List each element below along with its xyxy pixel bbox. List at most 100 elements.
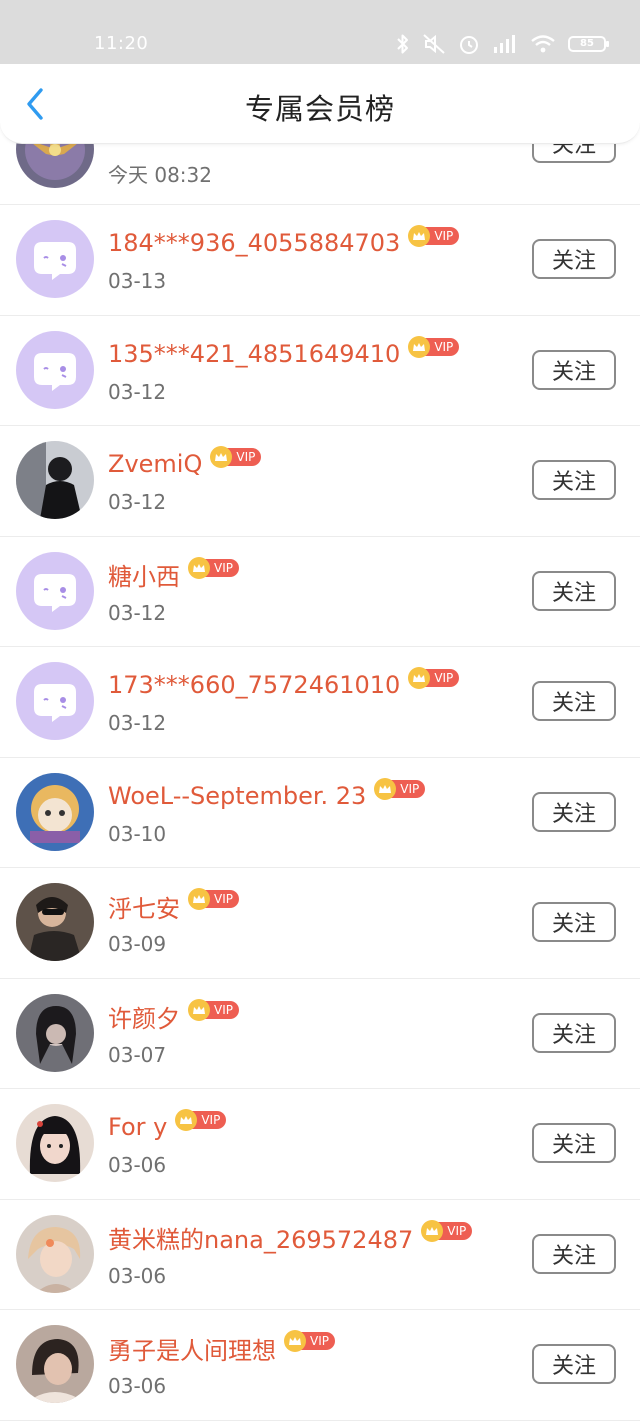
- vip-badge: VIP: [408, 667, 460, 689]
- follow-button[interactable]: 关注: [532, 349, 616, 390]
- avatar[interactable]: [16, 220, 94, 298]
- member-name-line: 糖小西 VIP: [108, 555, 239, 595]
- vip-badge: VIP: [188, 888, 239, 910]
- follow-button[interactable]: 关注: [532, 239, 616, 279]
- follow-button[interactable]: 关注: [532, 460, 616, 500]
- avatar[interactable]: [16, 883, 94, 961]
- wifi-icon: [530, 34, 556, 54]
- vip-badge: VIP: [374, 777, 426, 800]
- follow-button[interactable]: 关注: [532, 681, 616, 721]
- avatar[interactable]: [16, 1325, 94, 1403]
- signal-icon: [492, 34, 518, 54]
- list-item[interactable]: 173***660_7572461010 VIP 03-12 关注: [0, 647, 640, 758]
- default-avatar-icon: [16, 662, 94, 740]
- avatar[interactable]: [16, 441, 94, 519]
- list-item[interactable]: 184***936_4055884703 VIP 03-13 关注: [0, 205, 640, 316]
- avatar[interactable]: [16, 551, 94, 630]
- avatar[interactable]: [16, 1214, 94, 1293]
- member-name: WoeL--September. 23: [108, 781, 367, 810]
- member-list: 今天 08:32 关注 184***936_4055884703 VIP 03-…: [0, 95, 640, 1421]
- header: 专属会员榜: [0, 62, 640, 144]
- member-date: 03-12: [108, 379, 167, 404]
- vip-badge: VIP: [210, 446, 262, 468]
- vip-badge: VIP: [408, 225, 460, 247]
- member-name-line: 泘七安 VIP: [108, 886, 239, 926]
- status-time: 11:20: [94, 33, 149, 54]
- member-date: 03-10: [108, 821, 167, 846]
- list-item[interactable]: 泘七安 VIP 03-09 关注: [0, 868, 640, 979]
- list-item[interactable]: For y VIP 03-06 关注: [0, 1089, 640, 1200]
- member-date: 03-06: [108, 1374, 167, 1398]
- avatar[interactable]: [16, 1104, 94, 1182]
- crown-icon: [188, 998, 210, 1021]
- member-date: 03-07: [108, 1042, 167, 1067]
- bluetooth-icon: [396, 33, 410, 55]
- follow-button[interactable]: 关注: [532, 1233, 616, 1274]
- list-item[interactable]: ZvemiQ VIP 03-12 关注: [0, 426, 640, 537]
- list-item[interactable]: 135***421_4851649410 VIP 03-12 关注: [0, 316, 640, 426]
- member-name: For y: [108, 1113, 168, 1141]
- member-date: 03-06: [108, 1153, 167, 1177]
- vip-badge: VIP: [421, 1219, 473, 1242]
- status-bar: 11:20 85: [0, 0, 640, 64]
- member-name: ZvemiQ: [108, 450, 203, 478]
- list-item[interactable]: 糖小西 VIP 03-12 关注: [0, 537, 640, 647]
- member-date: 03-13: [108, 269, 167, 293]
- follow-button[interactable]: 关注: [532, 1123, 616, 1163]
- follow-button[interactable]: 关注: [532, 1012, 616, 1053]
- member-date: 03-06: [108, 1263, 167, 1288]
- member-name: 泘七安: [108, 894, 180, 923]
- status-icons: 85: [396, 32, 609, 56]
- member-name-line: 勇子是人间理想 VIP: [108, 1328, 335, 1368]
- alarm-icon: [458, 33, 480, 55]
- list-item[interactable]: 勇子是人间理想 VIP 03-06 关注: [0, 1310, 640, 1421]
- member-date: 03-12: [108, 711, 167, 735]
- member-name: 184***936_4055884703: [108, 229, 401, 257]
- member-name: 糖小西: [108, 563, 180, 591]
- list-item[interactable]: WoeL--September. 23 VIP 03-10 关注: [0, 758, 640, 868]
- member-date: 03-12: [108, 600, 167, 625]
- crown-icon: [188, 888, 210, 910]
- crown-icon: [421, 1219, 444, 1242]
- member-name: 勇子是人间理想: [108, 1336, 276, 1365]
- crown-icon: [374, 777, 397, 800]
- member-date: 03-09: [108, 932, 167, 956]
- mute-icon: [422, 33, 446, 55]
- member-name-line: 184***936_4055884703 VIP: [108, 223, 460, 263]
- default-avatar-icon: [16, 220, 94, 298]
- avatar[interactable]: [16, 772, 94, 851]
- avatar[interactable]: [16, 662, 94, 740]
- avatar[interactable]: [16, 330, 94, 409]
- crown-icon: [188, 556, 210, 579]
- default-avatar-icon: [16, 330, 94, 409]
- page-title: 专属会员榜: [244, 92, 395, 126]
- vip-badge: VIP: [408, 335, 460, 358]
- follow-button[interactable]: 关注: [532, 902, 616, 942]
- follow-button[interactable]: 关注: [532, 570, 616, 611]
- follow-button[interactable]: 关注: [532, 791, 616, 832]
- member-name-line: 135***421_4851649410 VIP: [108, 334, 460, 374]
- member-date: 今天 08:32: [108, 163, 212, 187]
- member-name-line: 许颜夕 VIP: [108, 997, 239, 1037]
- default-avatar-icon: [16, 551, 94, 630]
- list-item[interactable]: 黄米糕的nana_269572487 VIP 03-06 关注: [0, 1200, 640, 1310]
- vip-badge: VIP: [188, 556, 239, 579]
- member-name-line: ZvemiQ VIP: [108, 444, 262, 484]
- vip-badge: VIP: [175, 1109, 227, 1131]
- member-name: 173***660_7572461010: [108, 671, 401, 699]
- crown-icon: [408, 335, 431, 358]
- battery-icon: 85: [568, 36, 609, 52]
- vip-badge: VIP: [188, 998, 239, 1021]
- member-name: 黄米糕的nana_269572487: [108, 1226, 414, 1254]
- list-item[interactable]: 许颜夕 VIP 03-07 关注: [0, 979, 640, 1089]
- follow-button[interactable]: 关注: [532, 1344, 616, 1384]
- member-name-line: WoeL--September. 23 VIP: [108, 776, 426, 816]
- member-name-line: For y VIP: [108, 1107, 227, 1147]
- member-date: 03-12: [108, 490, 167, 514]
- member-name-line: 黄米糕的nana_269572487 VIP: [108, 1218, 473, 1258]
- vip-badge: VIP: [284, 1330, 335, 1352]
- member-name: 许颜夕: [108, 1005, 180, 1033]
- crown-icon: [284, 1330, 306, 1352]
- avatar[interactable]: [16, 993, 94, 1072]
- member-name-line: 173***660_7572461010 VIP: [108, 665, 460, 705]
